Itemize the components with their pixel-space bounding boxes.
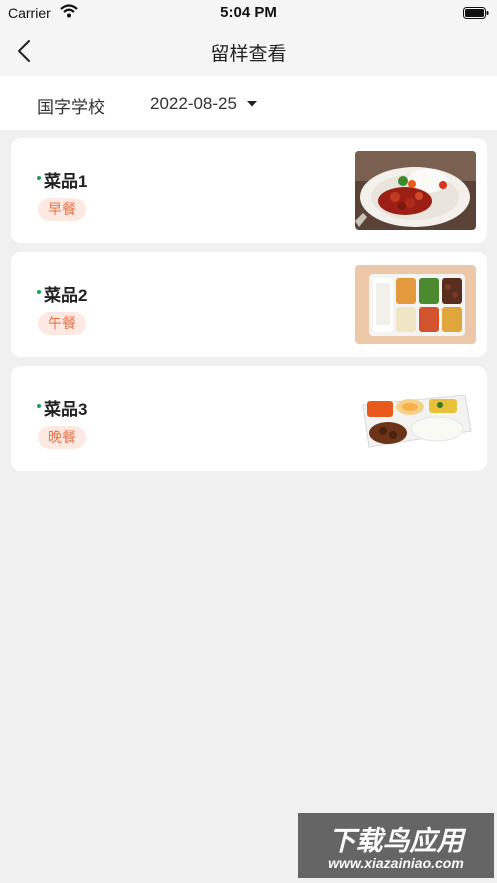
watermark-url: www.xiazainiao.com <box>328 855 464 871</box>
sample-card[interactable]: 菜品1 早餐 <box>11 138 487 243</box>
navigation-bar: 留样查看 <box>0 26 497 76</box>
status-bar: Carrier 5:04 PM <box>0 0 497 26</box>
bullet-dot <box>37 290 41 294</box>
meal-tag: 早餐 <box>38 198 86 221</box>
dish-name: 菜品1 <box>44 172 88 191</box>
date-selector[interactable]: 2022-08-25 <box>150 93 258 115</box>
watermark-title: 下载鸟应用 <box>328 826 464 856</box>
bullet-dot <box>37 404 41 408</box>
dish-name: 菜品3 <box>44 400 88 419</box>
filter-bar: 国字学校 2022-08-25 <box>0 76 497 130</box>
bullet-dot <box>37 176 41 180</box>
watermark: 下载鸟应用 www.xiazainiao.com <box>298 813 494 878</box>
date-value: 2022-08-25 <box>150 94 237 113</box>
status-time: 5:04 PM <box>220 4 277 21</box>
dish-photo <box>355 265 476 344</box>
battery-icon <box>463 6 489 19</box>
dish-name: 菜品2 <box>44 286 88 305</box>
page-title: 留样查看 <box>210 44 287 65</box>
meal-tag: 午餐 <box>38 312 86 335</box>
sample-card[interactable]: 菜品2 午餐 <box>11 252 487 357</box>
dish-photo <box>355 379 476 458</box>
meal-tag: 晚餐 <box>38 426 86 449</box>
sample-card[interactable]: 菜品3 晚餐 <box>11 366 487 471</box>
dish-photo <box>355 151 476 230</box>
school-name: 国字学校 <box>37 98 105 117</box>
caret-down-icon <box>246 101 257 107</box>
